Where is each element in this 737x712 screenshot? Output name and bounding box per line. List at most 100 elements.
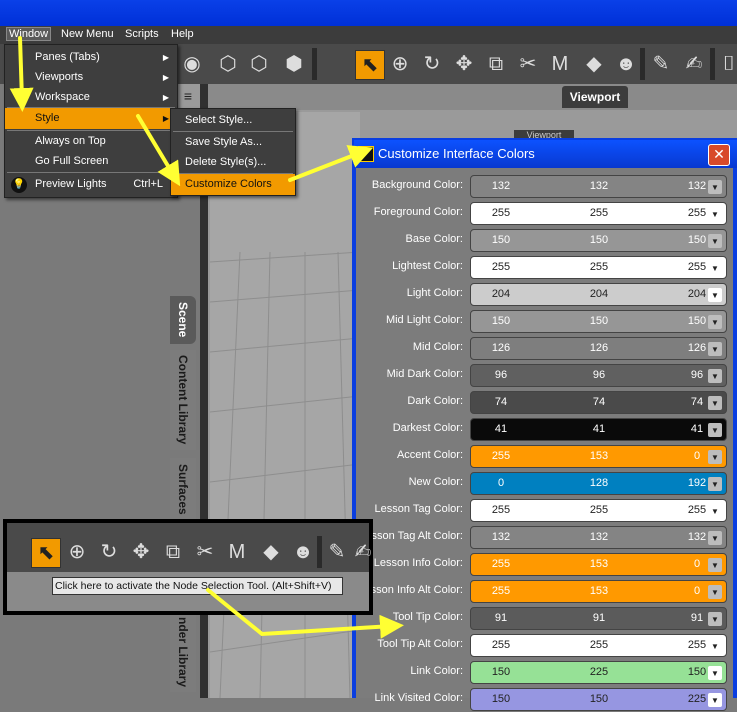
menu-item-always-on-top[interactable]: Always on Top [5,131,177,152]
color-picker-dropdown-icon[interactable]: ▼ [708,342,722,356]
menu-new-menu[interactable]: New Menu [61,28,114,40]
rotate-tool-icon[interactable]: ↻ [418,50,446,78]
color-picker-dropdown-icon[interactable]: ▼ [708,396,722,410]
color-picker-dropdown-icon[interactable]: ▼ [708,666,722,680]
color-row-label: Background Color: [371,179,463,191]
translate-tool-icon[interactable]: ✥ [450,50,478,78]
color-value-field[interactable]: 255 255 255 ▼ [470,634,727,657]
rgb-value: 153 [589,450,609,462]
eyedropper-icon[interactable]: ✎ [323,538,351,566]
color-picker-dropdown-icon[interactable]: ▼ [708,585,722,599]
cube-group-icon[interactable]: ⬡ [245,50,273,78]
geometry-editor-icon[interactable]: M [223,538,251,566]
menu-scripts[interactable]: Scripts [125,28,159,40]
translate-tool-icon[interactable]: ✥ [127,538,155,566]
color-picker-dropdown-icon[interactable]: ▼ [708,423,722,437]
node-selection-tool-icon[interactable]: ⬉ [355,50,385,80]
edit-icon[interactable]: ✍ [680,50,708,78]
surface-selection-icon[interactable]: ◆ [580,50,608,78]
color-value-field[interactable]: 150 150 150 ▼ [470,310,727,333]
color-picker-dropdown-icon[interactable]: ▼ [708,180,722,194]
figure-tool-icon[interactable]: ☻ [289,538,317,566]
color-value-field[interactable]: 255 255 255 ▼ [470,202,727,225]
surface-selection-icon[interactable]: ◆ [257,538,285,566]
menu-help[interactable]: Help [171,28,194,40]
pane-menu-icon[interactable]: ≡ [176,84,200,108]
menubar: Window New Menu Scripts Help [0,26,737,44]
color-value-field[interactable]: 74 74 74 ▼ [470,391,727,414]
color-picker-dropdown-icon[interactable]: ▼ [708,315,722,329]
menu-item-workspace[interactable]: Workspace ▶ [5,87,177,108]
menu-item-panes[interactable]: Panes (Tabs) ▶ [5,47,177,68]
color-value-field[interactable]: 255 153 0 ▼ [470,580,727,603]
color-picker-dropdown-icon[interactable]: ▼ [708,558,722,572]
color-picker-dropdown-icon[interactable]: ▼ [708,693,722,707]
color-value-field[interactable]: 150 225 150 ▼ [470,661,727,684]
joint-editor-icon[interactable]: ✂ [514,50,542,78]
menu-item-style[interactable]: Style ▶ [5,108,177,129]
color-value-field[interactable]: 91 91 91 ▼ [470,607,727,630]
color-picker-dropdown-icon[interactable]: ▼ [708,207,722,221]
color-value-field[interactable]: 255 153 0 ▼ [470,553,727,576]
eyedropper-icon[interactable]: ✎ [647,50,675,78]
color-value-field[interactable]: 132 132 132 ▼ [470,175,727,198]
color-picker-dropdown-icon[interactable]: ▼ [708,531,722,545]
color-picker-dropdown-icon[interactable]: ▼ [708,288,722,302]
color-value-field[interactable]: 0 128 192 ▼ [470,472,727,495]
color-value-field[interactable]: 255 255 255 ▼ [470,256,727,279]
color-picker-dropdown-icon[interactable]: ▼ [708,639,722,653]
color-value-field[interactable]: 96 96 96 ▼ [470,364,727,387]
color-value-field[interactable]: 255 153 0 ▼ [470,445,727,468]
color-value-field[interactable]: 150 150 225 ▼ [470,688,727,711]
color-picker-dropdown-icon[interactable]: ▼ [708,234,722,248]
tab-surfaces[interactable]: Surfaces [170,458,196,520]
color-row: Lesson Tag Color: 255 255 255 ▼ [356,496,733,523]
menu-item-customize-colors[interactable]: Customize Colors [171,174,295,195]
color-picker-dropdown-icon[interactable]: ▼ [708,261,722,275]
color-picker-dropdown-icon[interactable]: ▼ [708,504,722,518]
cube-dotted-icon[interactable]: ⬡ [214,50,242,78]
color-value-field[interactable]: 126 126 126 ▼ [470,337,727,360]
universal-tool-icon[interactable]: ⊕ [386,50,414,78]
color-value-field[interactable]: 41 41 41 ▼ [470,418,727,441]
menu-separator [7,172,175,173]
close-icon[interactable]: ✕ [708,144,730,166]
node-selection-tool-icon[interactable]: ⬉ [31,538,61,568]
rgb-value: 132 [589,531,609,543]
color-picker-dropdown-icon[interactable]: ▼ [708,369,722,383]
tab-scene[interactable]: Scene [170,296,196,344]
geometry-editor-icon[interactable]: M [546,50,574,78]
rgb-value: 150 [491,315,511,327]
tab-render-library[interactable]: nder Library [170,612,196,692]
camera-icon[interactable]: ⌷ [715,50,737,78]
color-picker-dropdown-icon[interactable]: ▼ [708,450,722,464]
color-picker-dropdown-icon[interactable]: ▼ [708,612,722,626]
rgb-value: 255 [491,585,511,597]
scale-tool-icon[interactable]: ⧉ [482,50,510,78]
menu-item-preview-lights[interactable]: 💡 Preview Lights Ctrl+L [5,174,177,195]
menu-window[interactable]: Window [6,27,52,41]
tab-content-library[interactable]: Content Library [170,350,196,450]
rgb-value: 132 [491,180,511,192]
menu-item-viewports[interactable]: Viewports ▶ [5,67,177,88]
menu-item-go-full-screen[interactable]: Go Full Screen [5,151,177,172]
color-value-field[interactable]: 150 150 150 ▼ [470,229,727,252]
menu-item-delete-styles[interactable]: Delete Style(s)... [171,152,295,173]
edit-icon[interactable]: ✍ [349,538,377,566]
menu-item-save-style-as[interactable]: Save Style As... [171,132,295,153]
cube-solid-icon[interactable]: ⬢ [280,50,308,78]
rotate-tool-icon[interactable]: ↻ [95,538,123,566]
color-picker-dropdown-icon[interactable]: ▼ [708,477,722,491]
tab-viewport[interactable]: Viewport [562,86,628,108]
color-value-field[interactable]: 255 255 255 ▼ [470,499,727,522]
scale-tool-icon[interactable]: ⧉ [159,538,187,566]
color-value-field[interactable]: 132 132 132 ▼ [470,526,727,549]
color-row: Lesson Info Color: 255 153 0 ▼ [356,550,733,577]
universal-tool-icon[interactable]: ⊕ [63,538,91,566]
toolbar-tool-icon[interactable]: ◉ [178,50,206,78]
menu-item-select-style[interactable]: Select Style... [171,110,295,131]
rgb-value: 255 [589,207,609,219]
figure-tool-icon[interactable]: ☻ [612,50,640,78]
color-value-field[interactable]: 204 204 204 ▼ [470,283,727,306]
joint-editor-icon[interactable]: ✂ [191,538,219,566]
